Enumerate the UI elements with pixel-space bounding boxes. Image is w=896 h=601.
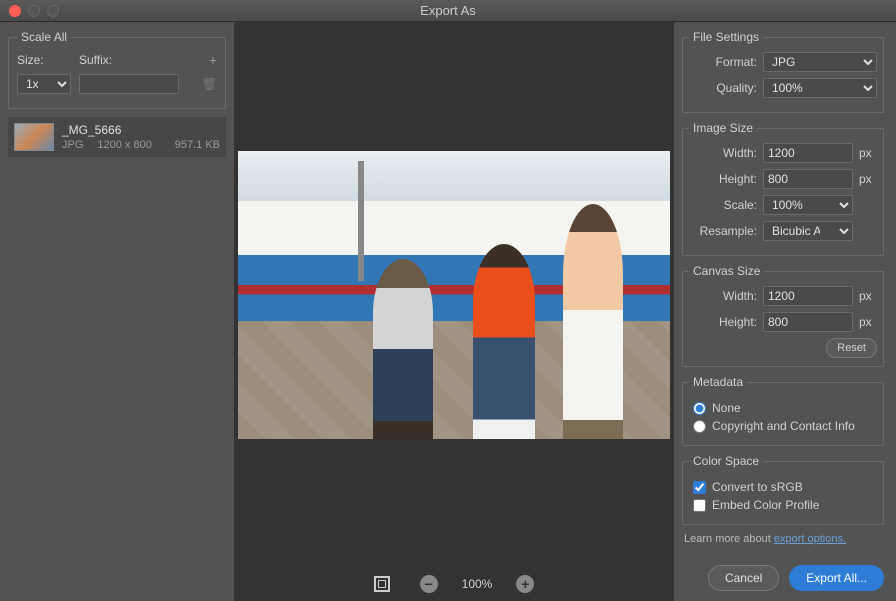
export-file-item[interactable]: _MG_5666 JPG 1200 x 800 957.1 KB	[8, 117, 226, 157]
file-name: _MG_5666	[62, 123, 220, 137]
scale-label: Scale:	[689, 198, 757, 212]
image-size-legend: Image Size	[689, 121, 757, 135]
canvas-width-unit: px	[859, 289, 877, 303]
convert-srgb-row[interactable]: Convert to sRGB	[693, 480, 877, 494]
reset-button[interactable]: Reset	[826, 338, 877, 358]
metadata-none-radio[interactable]	[693, 402, 706, 415]
metadata-legend: Metadata	[689, 375, 747, 389]
resample-label: Resample:	[689, 224, 757, 238]
canvas-height-unit: px	[859, 315, 877, 329]
metadata-none-row[interactable]: None	[693, 401, 877, 415]
metadata-copyright-label: Copyright and Contact Info	[712, 419, 855, 433]
convert-srgb-label: Convert to sRGB	[712, 480, 803, 494]
preview-area	[234, 22, 674, 567]
file-settings-legend: File Settings	[689, 30, 763, 44]
window-close-button[interactable]	[9, 5, 21, 17]
quality-label: Quality:	[689, 81, 757, 95]
crop-icon[interactable]	[374, 576, 390, 592]
metadata-group: Metadata None Copyright and Contact Info	[682, 375, 884, 446]
file-thumbnail	[14, 123, 54, 151]
scale-select[interactable]: 100%	[763, 195, 853, 215]
metadata-copyright-radio[interactable]	[693, 420, 706, 433]
format-label: Format:	[689, 55, 757, 69]
file-size: 957.1 KB	[175, 139, 220, 151]
canvas-height-label: Height:	[689, 315, 757, 329]
size-label: Size:	[17, 53, 71, 67]
img-height-input[interactable]	[763, 169, 853, 189]
resample-select[interactable]: Bicubic Aut...	[763, 221, 853, 241]
embed-profile-row[interactable]: Embed Color Profile	[693, 498, 877, 512]
window-title: Export As	[0, 3, 896, 18]
zoom-level: 100%	[462, 577, 493, 591]
delete-size-icon[interactable]: 🗑	[202, 77, 217, 91]
file-dimensions: 1200 x 800	[97, 139, 151, 151]
zoom-in-button[interactable]: +	[516, 575, 534, 593]
file-format: JPG	[62, 139, 83, 151]
canvas-width-label: Width:	[689, 289, 757, 303]
scale-all-legend: Scale All	[17, 30, 71, 44]
suffix-label: Suffix:	[79, 53, 112, 67]
metadata-copyright-row[interactable]: Copyright and Contact Info	[693, 419, 877, 433]
canvas-height-input[interactable]	[763, 312, 853, 332]
canvas-size-group: Canvas Size Width: px Height: px Reset	[682, 264, 884, 367]
quality-select[interactable]: 100%	[763, 78, 877, 98]
suffix-input[interactable]	[79, 74, 179, 94]
window-maximize-button[interactable]	[47, 5, 59, 17]
metadata-none-label: None	[712, 401, 741, 415]
size-select[interactable]: 1x	[17, 74, 71, 94]
preview-image	[238, 151, 670, 439]
canvas-width-input[interactable]	[763, 286, 853, 306]
embed-profile-checkbox[interactable]	[693, 499, 706, 512]
color-space-group: Color Space Convert to sRGB Embed Color …	[682, 454, 884, 525]
img-width-unit: px	[859, 146, 877, 160]
canvas-size-legend: Canvas Size	[689, 264, 764, 278]
color-space-legend: Color Space	[689, 454, 763, 468]
scale-all-group: Scale All Size: Suffix: + 1x 🗑	[8, 30, 226, 109]
embed-profile-label: Embed Color Profile	[712, 498, 819, 512]
export-all-button[interactable]: Export All...	[789, 565, 884, 591]
export-options-link[interactable]: export options.	[774, 533, 846, 545]
img-width-input[interactable]	[763, 143, 853, 163]
format-select[interactable]: JPG	[763, 52, 877, 72]
window-minimize-button[interactable]	[28, 5, 40, 17]
learn-more-text: Learn more about export options.	[684, 533, 882, 545]
img-height-label: Height:	[689, 172, 757, 186]
image-size-group: Image Size Width: px Height: px Scale: 1…	[682, 121, 884, 256]
img-height-unit: px	[859, 172, 877, 186]
cancel-button[interactable]: Cancel	[708, 565, 779, 591]
zoom-out-button[interactable]: −	[420, 575, 438, 593]
img-width-label: Width:	[689, 146, 757, 160]
convert-srgb-checkbox[interactable]	[693, 481, 706, 494]
add-size-icon[interactable]: +	[209, 52, 217, 68]
file-settings-group: File Settings Format: JPG Quality: 100%	[682, 30, 884, 113]
